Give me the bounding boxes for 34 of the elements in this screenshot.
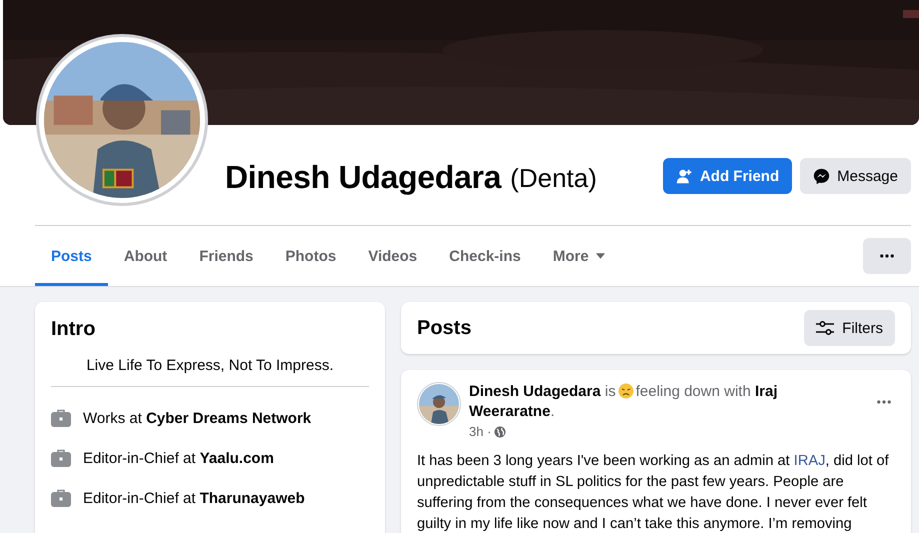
work-info-text: Editor-in-Chief at Yaalu.com — [83, 450, 274, 466]
sad-face-icon — [618, 383, 634, 399]
profile-nickname: (Denta) — [510, 162, 597, 194]
profile-tab[interactable]: About — [108, 226, 184, 286]
profile-name: Dinesh Udagedara — [225, 158, 502, 196]
filter-icon — [816, 321, 834, 335]
feeling-text: Weeraratne. — [469, 403, 555, 420]
post-time: 3h · — [469, 424, 492, 439]
add-person-icon — [676, 168, 693, 184]
post-text: It has been 3 long years I've been working as an admin at IRAJ, did lot of unpredictable stuff in SL politics for the past few years. People are suffering from the consequences what we have done. I never ever felt guilty in my life like now and I can’t take this anymore. I’m removing — [417, 452, 890, 533]
profile-tab[interactable]: Friends — [183, 226, 270, 286]
post-author-text: Dinesh Udagedara is — [469, 383, 616, 400]
work-info-text: Works at Cyber Dreams Network — [83, 410, 312, 426]
profile-tab[interactable]: More — [536, 226, 621, 286]
more-icon — [877, 400, 891, 404]
briefcase-icon — [51, 449, 71, 467]
briefcase-icon — [51, 409, 71, 427]
feeling-text: feeling down with Iraj — [636, 383, 778, 400]
work-info-text: Editor-in-Chief at Tharunayaweb — [83, 490, 305, 506]
add-friend-button[interactable]: Add Friend — [662, 158, 792, 194]
briefcase-icon — [51, 489, 71, 507]
profile-tab[interactable]: Videos — [352, 226, 434, 286]
more-icon — [880, 254, 894, 258]
messenger-icon — [813, 168, 830, 184]
filters-button[interactable]: Filters — [804, 310, 895, 346]
globe-icon — [494, 426, 506, 438]
page-link[interactable]: IRAJ — [794, 453, 826, 469]
profile-tab[interactable]: Posts — [35, 226, 108, 286]
profile-tab[interactable]: Photos — [269, 226, 352, 286]
bio-text: Live Life To Express, Not To Impress. — [85, 357, 335, 374]
message-button[interactable]: Message — [800, 158, 911, 194]
posts-title: Posts — [417, 316, 472, 340]
profile-tab[interactable]: Check-ins — [433, 226, 537, 286]
intro-title: Intro — [51, 318, 96, 341]
